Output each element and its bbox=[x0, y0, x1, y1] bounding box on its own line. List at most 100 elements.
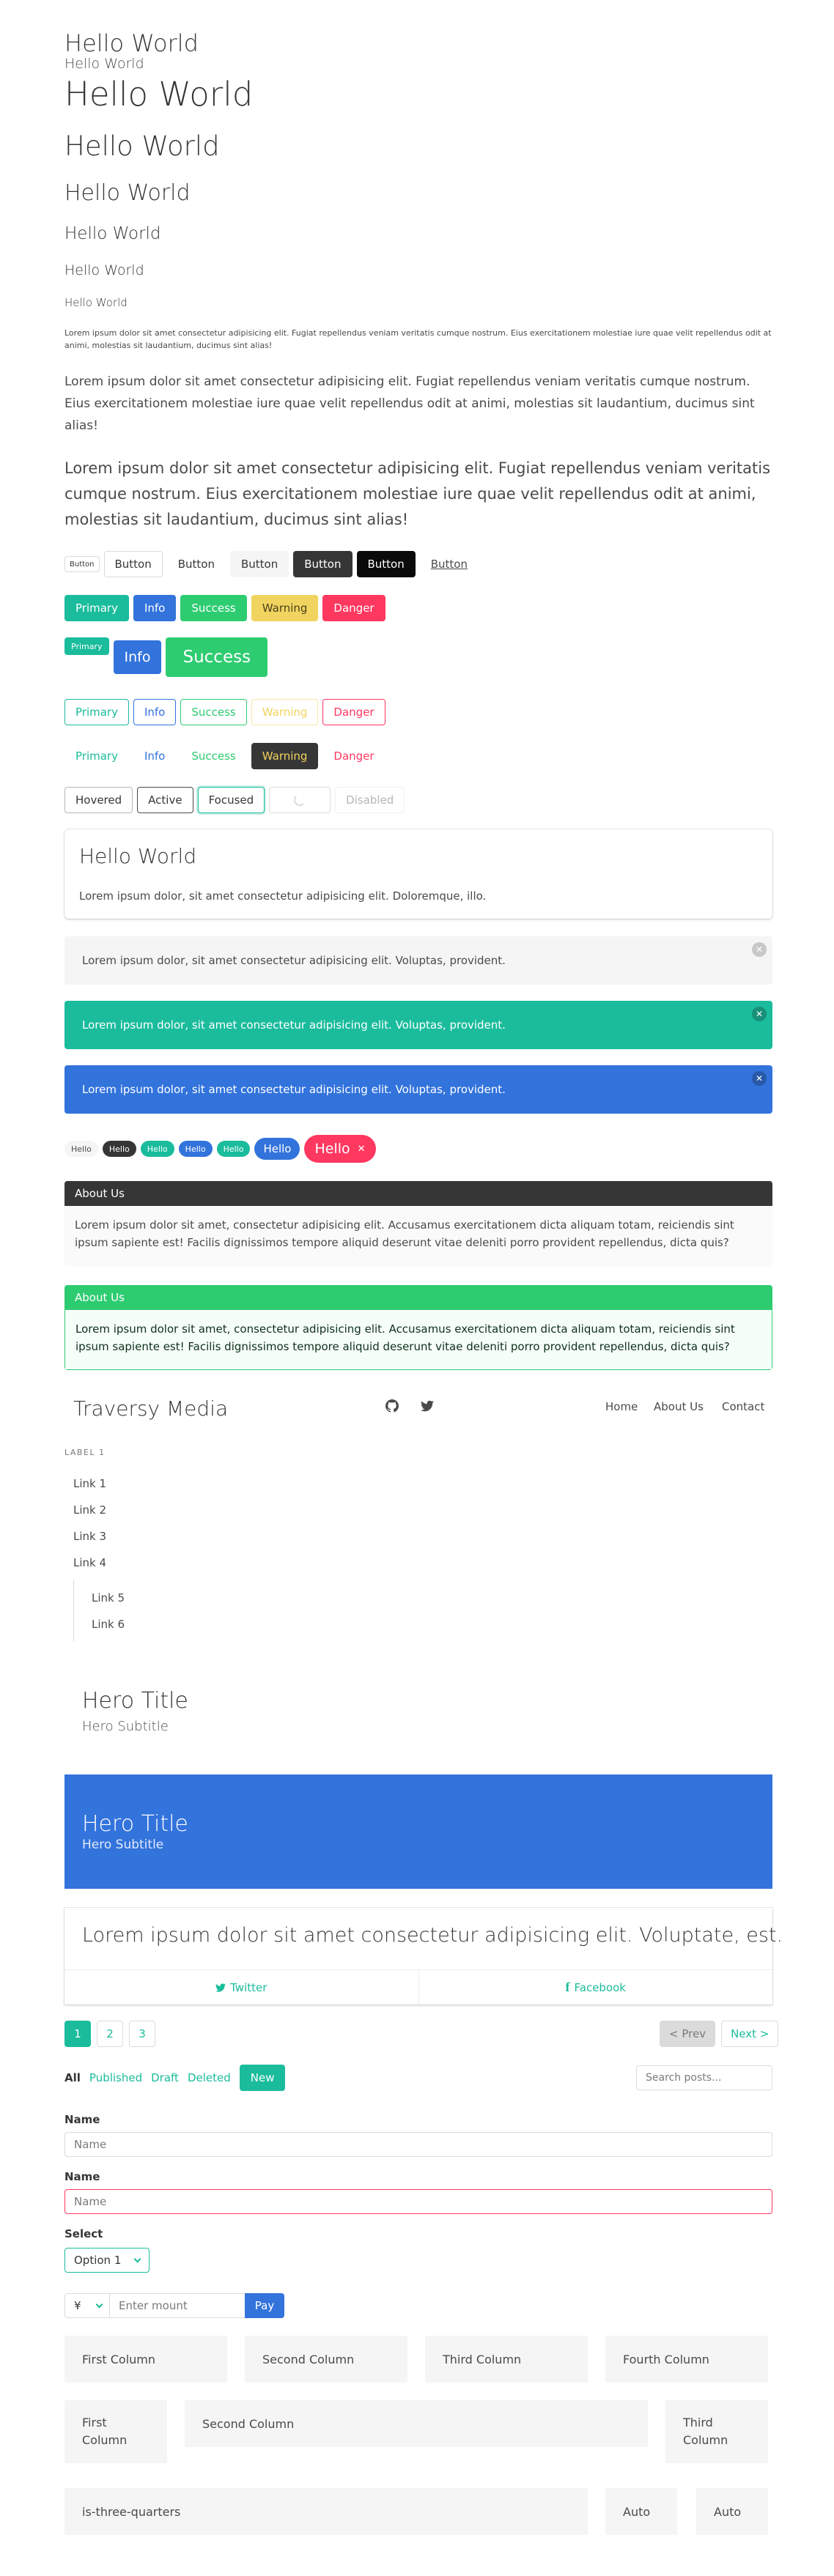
focused-button[interactable]: Focused bbox=[197, 787, 265, 813]
loading-button[interactable] bbox=[269, 787, 331, 813]
option-select[interactable]: Option 1 bbox=[64, 2248, 150, 2273]
active-button[interactable]: Active bbox=[137, 787, 193, 813]
twitter-label: Twitter bbox=[230, 1980, 267, 1994]
info-medium-button[interactable]: Info bbox=[113, 640, 162, 674]
primary-inverted-button[interactable]: Primary bbox=[64, 743, 129, 769]
menu-link-6[interactable]: Link 6 bbox=[92, 1618, 125, 1631]
prev-button[interactable]: < Prev bbox=[660, 2021, 716, 2047]
success-button[interactable]: Success bbox=[180, 595, 247, 621]
facebook-label: Facebook bbox=[574, 1980, 626, 1994]
danger-inverted-button[interactable]: Danger bbox=[322, 743, 385, 769]
success-inverted-button[interactable]: Success bbox=[180, 743, 247, 769]
menu-link-4[interactable]: Link 4 bbox=[73, 1556, 106, 1569]
text-button[interactable]: Button bbox=[419, 551, 479, 577]
message-header: About Us bbox=[64, 1285, 772, 1310]
filter-deleted[interactable]: Deleted bbox=[188, 2071, 231, 2084]
submenu-border bbox=[73, 1580, 74, 1641]
pay-button[interactable]: Pay bbox=[245, 2293, 284, 2318]
card-footer: Twitter f Facebook bbox=[64, 1969, 772, 2005]
message-header: About Us bbox=[64, 1181, 772, 1206]
tag-danger-large[interactable]: Hello ✕ bbox=[304, 1135, 376, 1163]
card-content: Lorem ipsum dolor sit amet consectetur a… bbox=[82, 1924, 783, 1947]
filter-draft[interactable]: Draft bbox=[151, 2071, 179, 2084]
nav-link-about[interactable]: About Us bbox=[654, 1400, 704, 1413]
twitter-icon[interactable] bbox=[421, 1399, 434, 1413]
warning-button[interactable]: Warning bbox=[251, 595, 319, 621]
hovered-button[interactable]: Hovered bbox=[64, 787, 133, 813]
search-posts-input[interactable]: Search posts... bbox=[636, 2065, 772, 2090]
close-icon[interactable]: ✕ bbox=[752, 1007, 767, 1021]
light-button[interactable]: Button bbox=[230, 551, 289, 577]
filter-all[interactable]: All bbox=[64, 2071, 81, 2084]
chevron-down-icon bbox=[133, 2255, 141, 2262]
heading-size-1: Hello World bbox=[64, 75, 254, 114]
new-button[interactable]: New bbox=[239, 2065, 286, 2091]
notification-text: Lorem ipsum dolor, sit amet consectetur … bbox=[82, 1018, 506, 1032]
warning-inverted-button[interactable]: Warning bbox=[251, 743, 319, 769]
default-button[interactable]: Button bbox=[103, 551, 163, 577]
small-button[interactable]: Button bbox=[64, 556, 100, 572]
white-button[interactable]: Button bbox=[166, 551, 226, 577]
tags-row: Hello Hello Hello Hello Hello Hello Hell… bbox=[64, 1134, 380, 1163]
delete-icon[interactable]: ✕ bbox=[358, 1144, 366, 1155]
success-large-button[interactable]: Success bbox=[166, 637, 268, 677]
name2-input-danger[interactable]: Name bbox=[64, 2189, 772, 2214]
filter-level: All Published Draft Deleted New bbox=[64, 2065, 289, 2091]
black-button[interactable]: Button bbox=[356, 551, 416, 577]
message-success: About Us Lorem ipsum dolor sit amet, con… bbox=[64, 1285, 772, 1370]
chevron-down-icon bbox=[95, 2301, 103, 2308]
primary-outlined-button[interactable]: Primary bbox=[64, 699, 129, 725]
card-footer-twitter[interactable]: Twitter bbox=[64, 1970, 419, 2005]
nav-link-contact[interactable]: Contact bbox=[722, 1400, 764, 1413]
page-2[interactable]: 2 bbox=[97, 2021, 123, 2047]
select-label: Select bbox=[64, 2227, 103, 2240]
tag-dark: Hello bbox=[102, 1141, 136, 1157]
notification-primary: Lorem ipsum dolor, sit amet consectetur … bbox=[64, 1001, 772, 1049]
name-input[interactable]: Name bbox=[64, 2132, 772, 2157]
amount-input[interactable]: Enter mount bbox=[109, 2293, 246, 2318]
filter-published[interactable]: Published bbox=[89, 2071, 142, 2084]
select-value: Option 1 bbox=[74, 2254, 122, 2267]
pagination-nav: < Prev Next > bbox=[660, 2021, 779, 2047]
tag-primary: Hello bbox=[140, 1141, 174, 1157]
tag-info: Hello bbox=[178, 1141, 213, 1157]
tag-label: Hello bbox=[314, 1141, 350, 1157]
menu-link-1[interactable]: Link 1 bbox=[73, 1477, 106, 1490]
tag-primary-2: Hello bbox=[216, 1141, 251, 1157]
info-inverted-button[interactable]: Info bbox=[133, 743, 177, 769]
close-icon[interactable]: ✕ bbox=[752, 1071, 767, 1086]
page-1[interactable]: 1 bbox=[64, 2021, 91, 2047]
menu-link-2[interactable]: Link 2 bbox=[73, 1503, 106, 1517]
warning-outlined-button[interactable]: Warning bbox=[251, 699, 319, 725]
nav-link-home[interactable]: Home bbox=[605, 1400, 638, 1413]
currency-value: ¥ bbox=[74, 2299, 81, 2312]
hero-info-title: Hero Title bbox=[82, 1811, 188, 1837]
disabled-button[interactable]: Disabled bbox=[335, 787, 405, 813]
menu-link-3[interactable]: Link 3 bbox=[73, 1530, 106, 1543]
next-button[interactable]: Next > bbox=[721, 2021, 779, 2047]
currency-select[interactable]: ¥ bbox=[64, 2293, 110, 2318]
info-button[interactable]: Info bbox=[133, 595, 177, 621]
title-hello: Hello World bbox=[64, 29, 199, 57]
github-icon[interactable] bbox=[385, 1399, 399, 1413]
name-label: Name bbox=[64, 2113, 100, 2126]
primary-button[interactable]: Primary bbox=[64, 595, 129, 621]
column-second-wide: Second Column bbox=[185, 2400, 648, 2447]
notification-default: Lorem ipsum dolor, sit amet consectetur … bbox=[64, 936, 772, 985]
page-3[interactable]: 3 bbox=[129, 2021, 155, 2047]
danger-outlined-button[interactable]: Danger bbox=[322, 699, 385, 725]
close-icon[interactable]: ✕ bbox=[752, 942, 767, 957]
subtitle-hello: Hello World bbox=[64, 56, 144, 72]
card-footer-facebook[interactable]: f Facebook bbox=[419, 1970, 773, 2005]
menu-label: LABEL 1 bbox=[64, 1448, 106, 1457]
info-outlined-button[interactable]: Info bbox=[133, 699, 177, 725]
column-first-narrow: First Column bbox=[64, 2400, 167, 2463]
danger-button[interactable]: Danger bbox=[322, 595, 385, 621]
primary-small-button[interactable]: Primary bbox=[64, 637, 109, 655]
success-outlined-button[interactable]: Success bbox=[180, 699, 247, 725]
inverted-buttons-row: Primary Info Success Warning Danger bbox=[64, 743, 390, 769]
hero-info: Hero Title Hero Subtitle bbox=[64, 1774, 772, 1889]
navbar-brand[interactable]: Traversy Media bbox=[73, 1396, 228, 1421]
dark-button[interactable]: Button bbox=[293, 551, 353, 577]
menu-link-5[interactable]: Link 5 bbox=[92, 1591, 125, 1605]
